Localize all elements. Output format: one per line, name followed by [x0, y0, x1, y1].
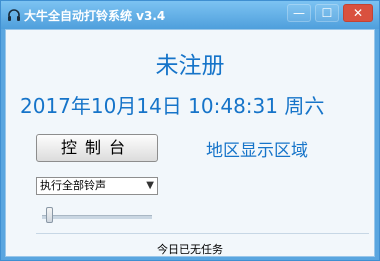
ring-mode-select[interactable]: 执行全部铃声 ▼ — [36, 177, 158, 195]
volume-slider-track[interactable] — [42, 215, 152, 219]
title-bar[interactable]: 大牛全自动打铃系统 v3.4 — ☐ ✕ — [1, 1, 379, 29]
close-button[interactable]: ✕ — [343, 4, 373, 22]
control-panel-button[interactable]: 控制台 — [36, 134, 158, 162]
chevron-down-icon[interactable]: ▼ — [146, 178, 154, 194]
registration-status: 未注册 — [155, 53, 225, 79]
headphones-icon — [8, 9, 20, 21]
status-divider — [36, 233, 369, 234]
ring-mode-selected-value: 执行全部铃声 — [40, 179, 106, 192]
clock-display: 2017年10月14日 10:48:31 周六 — [20, 94, 325, 118]
region-display-area: 地区显示区域 — [206, 141, 308, 161]
window-title: 大牛全自动打铃系统 v3.4 — [24, 9, 166, 23]
minimize-button[interactable]: — — [287, 4, 311, 22]
volume-slider-handle[interactable] — [46, 207, 53, 223]
main-panel: 未注册 2017年10月14日 10:48:31 周六 控制台 地区显示区域 执… — [5, 29, 375, 257]
app-window: 大牛全自动打铃系统 v3.4 — ☐ ✕ 未注册 2017年10月14日 10:… — [0, 0, 380, 261]
maximize-button[interactable]: ☐ — [315, 4, 339, 22]
status-text: 今日已无任务 — [157, 243, 223, 256]
